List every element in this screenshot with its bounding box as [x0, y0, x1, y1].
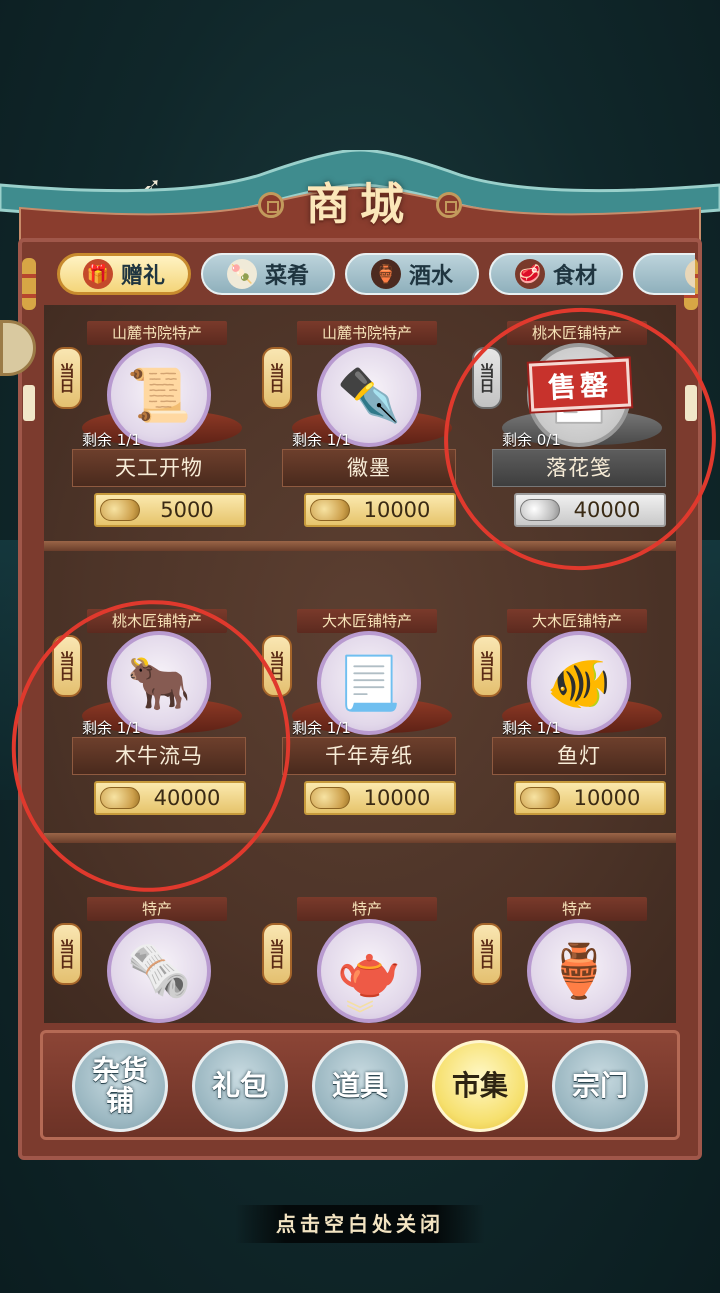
- nav-label: 道具: [331, 1069, 388, 1102]
- nav-sect[interactable]: 宗门: [552, 1040, 648, 1132]
- buy-button[interactable]: 5000: [94, 493, 246, 527]
- item-price: 10000: [573, 786, 641, 810]
- nav-gift-pack[interactable]: 礼包: [192, 1040, 288, 1132]
- page-title: 商城: [306, 179, 414, 230]
- nav-label: 市集: [451, 1069, 508, 1102]
- scroll-down-chevron-icon[interactable]: ︾: [343, 1001, 377, 1029]
- item-name: 徽墨: [282, 449, 456, 487]
- wine-jar-icon: 🏺: [370, 259, 401, 289]
- tab-label: 食材: [552, 264, 597, 289]
- left-ornament: [22, 258, 36, 310]
- item-origin: 特产: [507, 897, 647, 921]
- nav-label: 宗门: [571, 1069, 628, 1102]
- porcelain-jar-icon: 🏺: [527, 919, 631, 1023]
- item-price: 5000: [160, 498, 214, 522]
- item-card-yudeng[interactable]: 大木匠铺特产 🐠 当日 剩余 1/1 鱼灯 10000: [472, 609, 672, 829]
- item-origin: 特产: [87, 897, 227, 921]
- daily-lantern: 当日: [472, 923, 502, 985]
- item-origin: 山麓书院特产: [87, 321, 227, 345]
- tab-label: 酒水: [408, 264, 453, 289]
- tab-dish[interactable]: 🍡 菜肴: [201, 253, 335, 295]
- nav-grocery[interactable]: 杂货铺: [72, 1040, 168, 1132]
- left-tassel: [23, 385, 35, 421]
- gift-box-icon: 🎁: [82, 259, 113, 289]
- item-card-tiangong[interactable]: 山麓书院特产 📜 当日 剩余 1/1 天工开物 5000: [52, 321, 252, 541]
- nav-props[interactable]: 道具: [312, 1040, 408, 1132]
- item-origin: 大木匠铺特产: [297, 609, 437, 633]
- item-origin: 大木匠铺特产: [507, 609, 647, 633]
- close-hint[interactable]: 点击空白处关闭: [235, 1205, 485, 1243]
- item-name: 天工开物: [72, 449, 246, 487]
- daily-lantern: 当日: [262, 923, 292, 985]
- item-card-partial[interactable]: 特产 🗞️ 当日: [52, 897, 252, 1023]
- daily-lantern: 当日: [52, 347, 82, 409]
- daily-lantern: 当日: [52, 923, 82, 985]
- tab-wine[interactable]: 🏺 酒水: [345, 253, 479, 295]
- buy-button[interactable]: 10000: [304, 781, 456, 815]
- buy-button[interactable]: 10000: [514, 781, 666, 815]
- daily-lantern: 当日: [262, 347, 292, 409]
- item-origin: 特产: [297, 897, 437, 921]
- tab-ingredient[interactable]: 🥩 食材: [489, 253, 623, 295]
- item-stock: 剩余 1/1: [502, 719, 561, 737]
- item-price: 10000: [363, 786, 431, 810]
- item-card-huimo[interactable]: 山麓书院特产 ✒️ 当日 剩余 1/1 徽墨 10000: [262, 321, 462, 541]
- nav-label: 杂货铺: [91, 1054, 148, 1117]
- buy-button[interactable]: 10000: [304, 493, 456, 527]
- tab-more[interactable]: [633, 253, 695, 295]
- ingredient-icon: 🥩: [514, 259, 545, 289]
- item-origin: 山麓书院特产: [297, 321, 437, 345]
- coin-icon: [310, 499, 350, 521]
- nav-label: 礼包: [211, 1069, 268, 1102]
- more-category-icon: [685, 259, 695, 289]
- item-stock: 剩余 1/1: [82, 431, 141, 449]
- item-card-partial[interactable]: 特产 🏺 当日: [472, 897, 672, 1023]
- item-name: 鱼灯: [492, 737, 666, 775]
- tab-label: 赠礼: [120, 264, 165, 289]
- item-stock: 剩余 1/1: [292, 719, 351, 737]
- item-stock: 剩余 1/1: [292, 431, 351, 449]
- coin-icon: [310, 787, 350, 809]
- category-tabs: 🎁 赠礼 🍡 菜肴 🏺 酒水 🥩 食材: [55, 253, 695, 299]
- paintings-icon: 🗞️: [107, 919, 211, 1023]
- tab-label: 菜肴: [264, 264, 309, 289]
- coin-icon: [520, 787, 560, 809]
- daily-lantern: 当日: [472, 635, 502, 697]
- item-card-qiannianshouzhi[interactable]: 大木匠铺特产 📃 当日 剩余 1/1 千年寿纸 10000: [262, 609, 462, 829]
- tab-gift[interactable]: 🎁 赠礼: [57, 253, 191, 295]
- dish-icon: 🍡: [226, 259, 257, 289]
- nav-market[interactable]: 市集: [432, 1040, 528, 1132]
- item-name: 千年寿纸: [282, 737, 456, 775]
- coin-icon: [100, 499, 140, 521]
- item-price: 10000: [363, 498, 431, 522]
